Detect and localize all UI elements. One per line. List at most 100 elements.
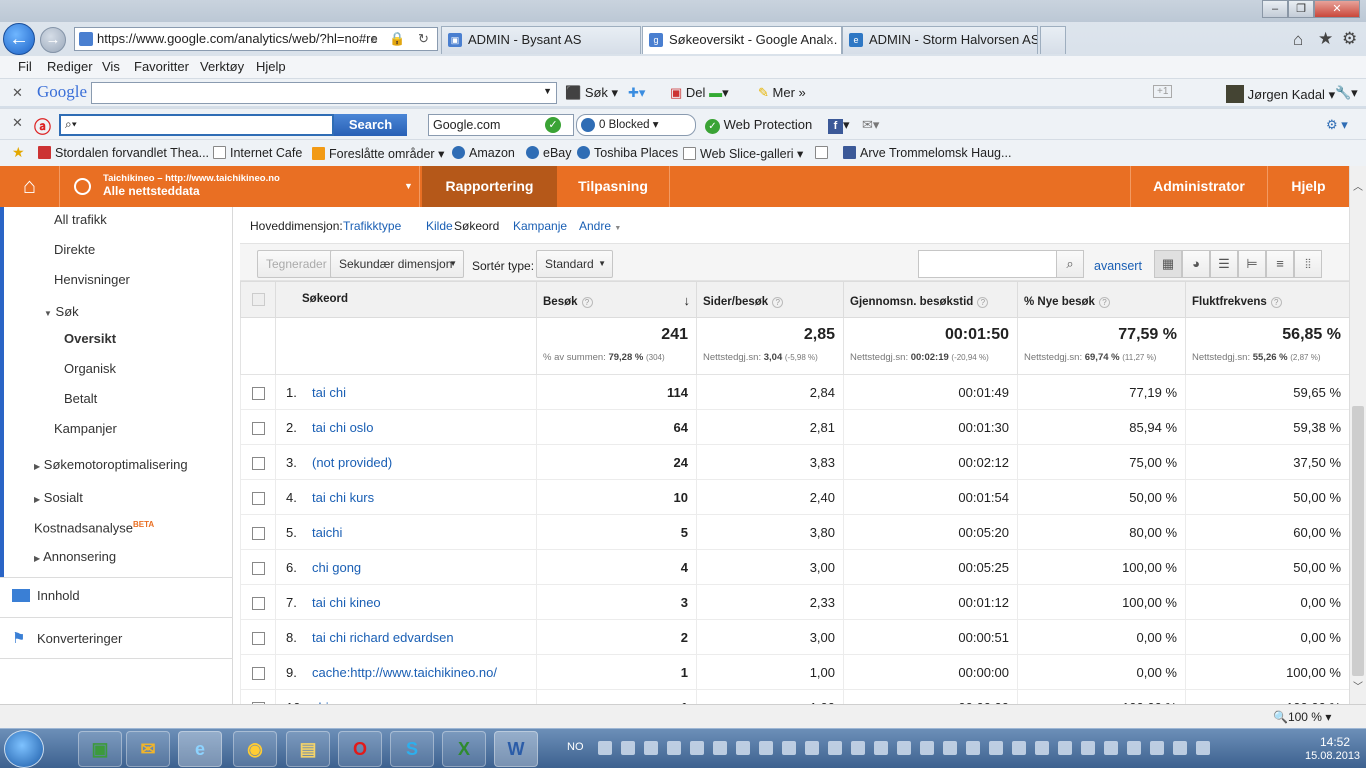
tray-icon[interactable] <box>598 741 612 755</box>
row-checkbox[interactable] <box>251 596 265 610</box>
taskbar-ie-icon[interactable]: e <box>178 731 222 767</box>
column-header-pages-per-visit[interactable]: Sider/besøk? <box>696 281 844 318</box>
keyword-link[interactable]: tai chi <box>312 385 346 400</box>
new-tab[interactable] <box>1040 26 1066 54</box>
close-toolbar-icon[interactable]: ✕ <box>12 115 23 131</box>
zoom-control[interactable]: 🔍100 % ▾ <box>1273 710 1331 724</box>
tray-icon[interactable] <box>828 741 842 755</box>
dimension-keyword[interactable]: Søkeord <box>454 219 499 233</box>
taskbar-word-icon[interactable]: W <box>494 731 538 767</box>
tray-icon[interactable] <box>1035 741 1049 755</box>
options-icon[interactable]: ⚙ ▾ <box>1326 117 1348 133</box>
menu-help[interactable]: Hjelp <box>256 59 286 74</box>
search-icon[interactable]: ⌕ <box>371 28 378 50</box>
keyword-link[interactable]: chi gong <box>312 560 361 575</box>
help-icon[interactable]: ? <box>772 297 784 308</box>
tray-icon[interactable] <box>989 741 1003 755</box>
tray-icon[interactable] <box>920 741 934 755</box>
wrench-icon[interactable]: 🔧▾ <box>1335 85 1358 101</box>
sidebar-item-conversions[interactable]: ⚑ Konverteringer <box>12 629 122 647</box>
select-all-checkbox[interactable] <box>251 293 265 306</box>
share-button[interactable]: ▣ Del ▬▾ <box>670 85 729 101</box>
sort-type-select[interactable]: Standard ▼ <box>536 250 613 278</box>
tray-icon[interactable] <box>1012 741 1026 755</box>
blocked-button[interactable]: 0 Blocked ▾ <box>576 114 696 136</box>
row-checkbox[interactable] <box>251 421 265 435</box>
help-icon[interactable]: ? <box>977 297 989 308</box>
sidebar-item-organic[interactable]: Organisk <box>64 361 116 376</box>
favorites-star-icon[interactable]: ★ <box>1318 29 1333 49</box>
menu-favorites[interactable]: Favoritter <box>134 59 189 74</box>
tray-icon[interactable] <box>759 741 773 755</box>
add-favorite-icon[interactable]: ★ <box>12 144 25 161</box>
sidebar-item-search[interactable]: ▼ Søk <box>44 304 79 319</box>
tray-icon[interactable] <box>805 741 819 755</box>
keyword-link[interactable]: tai chi kurs <box>312 490 374 505</box>
tray-icon[interactable] <box>1173 741 1187 755</box>
sidebar-item-paid[interactable]: Betalt <box>64 391 97 406</box>
favorite-item[interactable]: Web Slice-galleri ▾ <box>683 146 803 161</box>
tray-icon[interactable] <box>1081 741 1095 755</box>
tray-icon[interactable] <box>1058 741 1072 755</box>
sidebar-item-advertising[interactable]: ▶ Annonsering <box>34 549 116 564</box>
web-protection-button[interactable]: ✓ Web Protection <box>705 117 812 134</box>
tray-icon[interactable] <box>897 741 911 755</box>
favorite-item[interactable]: Foreslåtte områder ▾ <box>312 146 444 161</box>
page-scrollbar[interactable]: ︿ ﹀ <box>1349 166 1366 704</box>
sidebar-item-referrals[interactable]: Henvisninger <box>54 272 130 287</box>
clock-date[interactable]: 15.08.2013 <box>1305 750 1360 762</box>
tray-icon[interactable] <box>782 741 796 755</box>
scroll-up-icon[interactable]: ︿ <box>1353 178 1363 193</box>
tray-icon[interactable] <box>621 741 635 755</box>
column-header-visits[interactable]: Besøk? ↓ <box>536 281 697 318</box>
tray-icon[interactable] <box>851 741 865 755</box>
help-icon[interactable]: ? <box>1270 297 1282 308</box>
language-indicator[interactable]: NO <box>567 741 584 753</box>
sidebar-item-overview[interactable]: Oversikt <box>64 331 116 346</box>
dropdown-arrow-icon[interactable]: ▼ <box>543 86 552 96</box>
view-term-cloud-button[interactable]: ≡ <box>1266 250 1294 278</box>
help-icon[interactable]: ? <box>581 297 593 308</box>
column-header-new-visits[interactable]: % Nye besøk? <box>1017 281 1186 318</box>
sidebar-item-content[interactable]: Innhold <box>12 588 80 603</box>
help-icon[interactable]: ? <box>1098 297 1110 308</box>
tray-icon[interactable] <box>644 741 658 755</box>
keyword-link[interactable]: tai chi richard edvardsen <box>312 630 454 645</box>
tab-reporting[interactable]: Rapportering <box>422 166 557 207</box>
tray-icon[interactable] <box>736 741 750 755</box>
bookmark-plus-icon[interactable]: ✚▾ <box>628 85 645 101</box>
back-button[interactable]: ← <box>3 23 35 55</box>
close-window-button[interactable]: ✕ <box>1314 0 1360 18</box>
mail-icon[interactable]: ✉▾ <box>862 117 879 133</box>
row-checkbox[interactable] <box>251 386 265 400</box>
favorite-item[interactable]: Amazon <box>452 146 515 160</box>
google-search-button[interactable]: ⬛ Søk ▾ <box>565 85 618 101</box>
keyword-link[interactable]: cache:http://www.taichikineo.no/ <box>312 665 497 680</box>
dimension-source[interactable]: Kilde <box>426 219 453 233</box>
refresh-icon[interactable]: ↻ <box>418 28 429 50</box>
tray-icon[interactable] <box>1127 741 1141 755</box>
tray-icon[interactable] <box>943 741 957 755</box>
tray-icon[interactable] <box>1104 741 1118 755</box>
table-search-input[interactable] <box>918 250 1058 278</box>
column-header-bounce-rate[interactable]: Fluktfrekvens? <box>1185 281 1349 318</box>
row-checkbox[interactable] <box>251 631 265 645</box>
ga-home-button[interactable]: ⌂ <box>0 166 60 207</box>
user-menu[interactable]: Jørgen Kadal ▾ <box>1226 85 1335 103</box>
google-search-input[interactable]: ▼ <box>91 82 557 104</box>
scroll-thumb[interactable] <box>1352 406 1364 676</box>
tray-icon[interactable] <box>1196 741 1210 755</box>
sidebar-item-direct[interactable]: Direkte <box>54 242 95 257</box>
tab-bysant[interactable]: ▣ ADMIN - Bysant AS <box>441 26 641 54</box>
tab-storm[interactable]: e ADMIN - Storm Halvorsen AS <box>842 26 1038 54</box>
row-checkbox[interactable] <box>251 561 265 575</box>
scroll-down-icon[interactable]: ﹀ <box>1353 678 1363 693</box>
menu-edit[interactable]: Rediger <box>47 59 93 74</box>
favorite-item[interactable]: Internet Cafe <box>213 146 302 160</box>
tab-search-overview[interactable]: g Søkeoversikt - Google Anal... × <box>642 26 842 54</box>
favorite-item[interactable]: Toshiba Places <box>577 146 678 160</box>
secondary-dimension-select[interactable]: Sekundær dimensjon ▼ <box>330 250 464 278</box>
sidebar-item-campaigns[interactable]: Kampanjer <box>54 421 117 436</box>
keyword-link[interactable]: tai chi oslo <box>312 420 373 435</box>
tray-icon[interactable] <box>667 741 681 755</box>
